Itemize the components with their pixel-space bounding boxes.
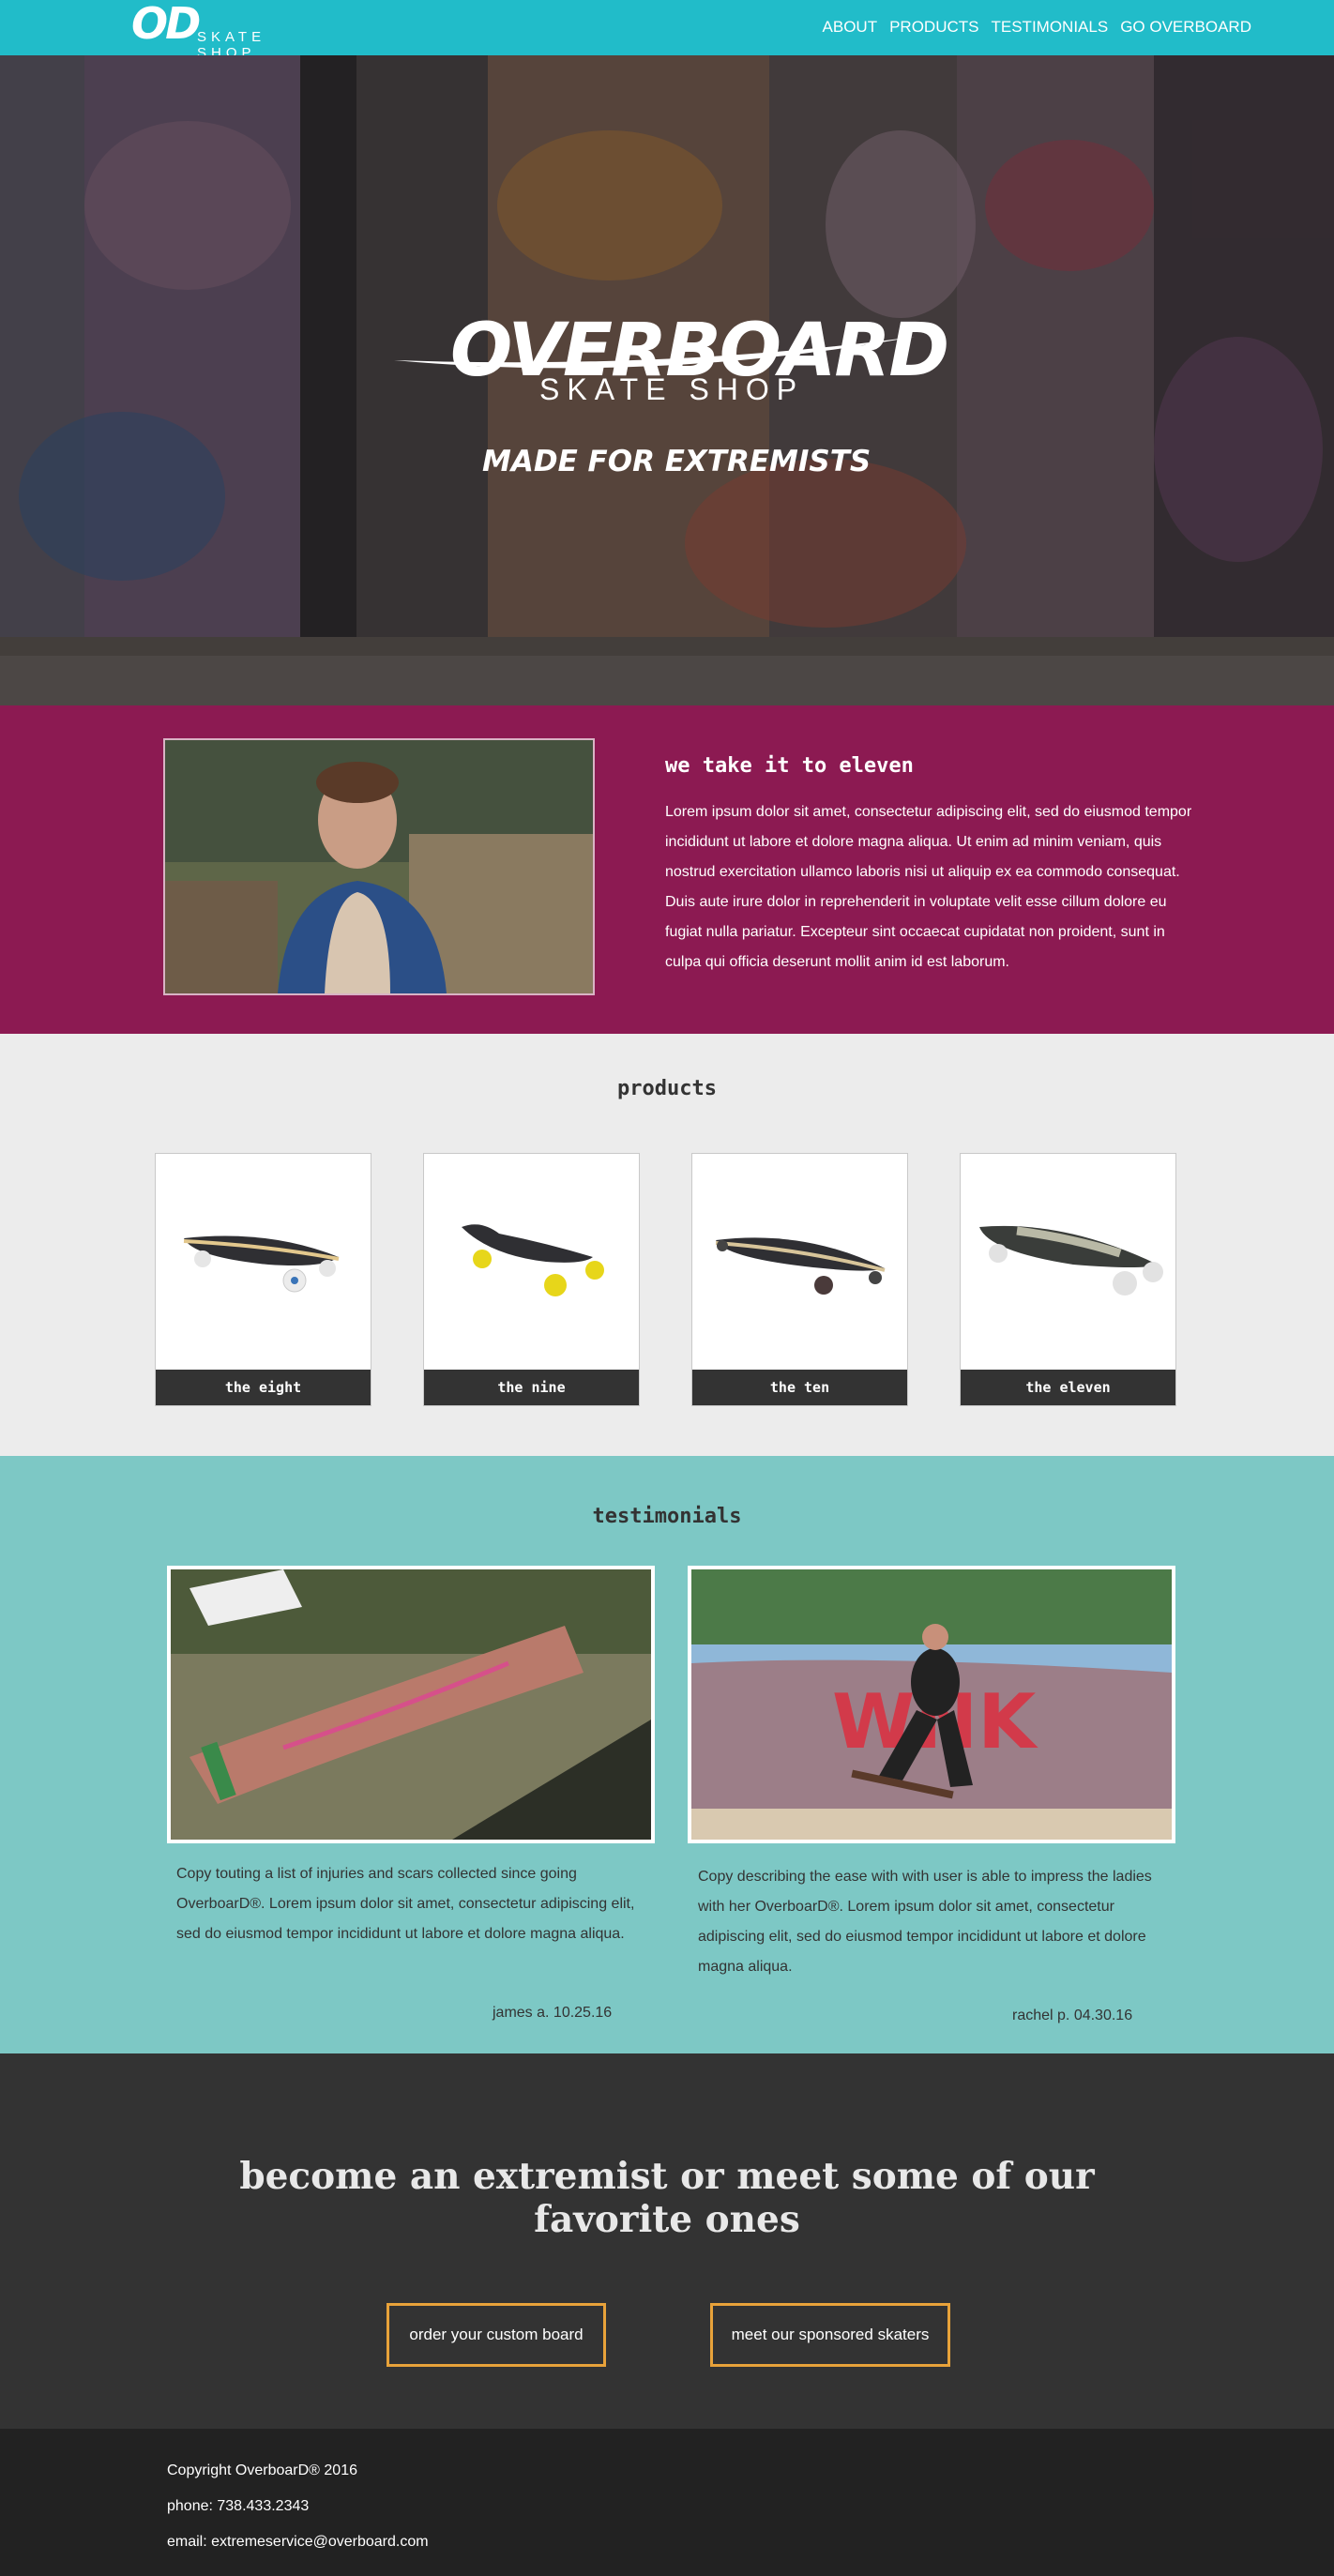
about-title: we take it to eleven — [665, 754, 914, 778]
product-card[interactable]: the nine — [423, 1153, 640, 1406]
footer: Copyright OverboarD® 2016 phone: 738.433… — [0, 2429, 1334, 2576]
skater-girl-image: WNK — [691, 1569, 1172, 1840]
product-card[interactable]: the eight — [155, 1153, 371, 1406]
products-title: products — [617, 1077, 717, 1100]
footer-phone: phone: 738.433.2343 — [167, 2498, 310, 2514]
testimonial-author: james a. 10.25.16 — [493, 2005, 613, 2021]
longboard-image — [692, 1154, 907, 1370]
nav-links: ABOUT PRODUCTS TESTIMONIALS GO OVERBOARD — [823, 18, 1251, 37]
products-section: products the eight the nine the ten the … — [0, 1034, 1334, 1456]
longboard-image — [424, 1154, 639, 1370]
testimonial-text: Copy touting a list of injuries and scar… — [176, 1866, 635, 1942]
hero-banner: OVERBOARD SKATE SHOP MADE FOR EXTREMISTS — [0, 55, 1334, 705]
order-custom-board-button[interactable]: order your custom board — [387, 2303, 606, 2367]
testimonials-section: testimonials Copy touting a list of inju… — [0, 1456, 1334, 2053]
girl-portrait-image — [165, 740, 593, 993]
nav-link-go-overboard[interactable]: GO OVERBOARD — [1120, 18, 1251, 37]
longboard-image — [156, 1154, 371, 1370]
product-label: the eight — [156, 1370, 371, 1405]
nav-link-products[interactable]: PRODUCTS — [889, 18, 978, 37]
footer-email[interactable]: email: extremeservice@overboard.com — [167, 2534, 429, 2551]
meet-sponsored-skaters-button[interactable]: meet our sponsored skaters — [710, 2303, 950, 2367]
about-photo — [163, 738, 595, 995]
about-text: Lorem ipsum dolor sit amet, consectetur … — [665, 804, 1192, 970]
product-label: the ten — [692, 1370, 907, 1405]
hero-tagline: MADE FOR EXTREMISTS — [482, 445, 872, 478]
nav-link-about[interactable]: ABOUT — [823, 18, 878, 37]
nav-link-testimonials[interactable]: TESTIMONIALS — [992, 18, 1109, 37]
cta-title: become an extremist or meet some of our … — [239, 2155, 1095, 2241]
testimonial-author: rachel p. 04.30.16 — [1012, 2008, 1133, 2023]
longboard-image — [961, 1154, 1175, 1370]
about-section: we take it to eleven Lorem ipsum dolor s… — [0, 705, 1334, 1034]
product-label: the nine — [424, 1370, 639, 1405]
nav-logo[interactable]: OD SKATE SHOP — [131, 0, 328, 61]
product-label: the eleven — [961, 1370, 1175, 1405]
testimonials-title: testimonials — [592, 1505, 742, 1528]
hero-brand-subtitle: SKATE SHOP — [539, 372, 805, 406]
scarred-arm-image — [171, 1569, 651, 1840]
product-card[interactable]: the ten — [691, 1153, 908, 1406]
top-navbar: OD SKATE SHOP ABOUT PRODUCTS TESTIMONIAL… — [0, 0, 1334, 61]
product-card[interactable]: the eleven — [960, 1153, 1176, 1406]
testimonial-photo — [167, 1566, 655, 1843]
footer-copyright: Copyright OverboarD® 2016 — [167, 2462, 357, 2478]
testimonial-photo: WNK — [688, 1566, 1175, 1843]
logo-mark: OD — [131, 0, 201, 49]
testimonial-text: Copy describing the ease with with user … — [698, 1869, 1152, 1975]
call-to-action-section: become an extremist or meet some of our … — [0, 2053, 1334, 2429]
